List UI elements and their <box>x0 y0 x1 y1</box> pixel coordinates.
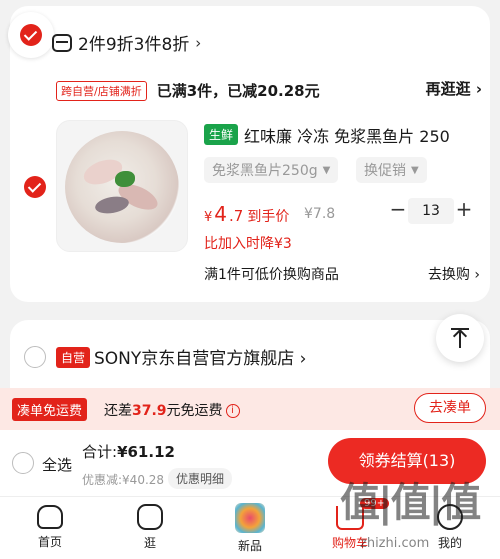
select-all-checkbox[interactable] <box>12 452 34 474</box>
watermark-url: zhizhi.com <box>360 536 430 551</box>
tab-new[interactable]: 新品 <box>215 501 285 554</box>
promo-row: 跨自营/店铺满折 已满3件，已减20.28元 <box>56 80 320 101</box>
spec-value: 免浆黑鱼片250g <box>212 163 318 179</box>
promo-tag: 跨自营/店铺满折 <box>56 80 147 101</box>
store2-name[interactable]: SONY京东自营官方旗舰店 › <box>94 344 306 369</box>
dish-image <box>65 131 179 243</box>
chevron-right-icon: › <box>195 33 202 52</box>
tab-home[interactable]: 首页 <box>15 501 85 550</box>
watermark: 值|值|值 <box>340 480 481 526</box>
qty-increase-button[interactable]: + <box>454 197 474 221</box>
store2-checkbox[interactable] <box>24 346 46 368</box>
discount-text: 优惠减:¥40.28 <box>82 473 165 487</box>
free-shipping-badge: 凑单免运费 <box>12 398 88 421</box>
price-int: 4 <box>214 202 228 226</box>
price-currency: ¥ <box>204 210 213 225</box>
store-label: 2件9折3件8折 <box>78 35 190 55</box>
price-dec: .7 <box>229 207 244 225</box>
swap-link[interactable]: 去换购 › <box>428 264 480 284</box>
spec-select[interactable]: 免浆黑鱼片250g ▼ <box>204 157 339 183</box>
free-shipping-bar: 凑单免运费 还差37.9元免运费 i 去凑单 <box>0 388 500 430</box>
swap-text: 满1件可低价换购商品 <box>204 267 339 283</box>
discount-detail-button[interactable]: 优惠明细 <box>168 468 233 489</box>
info-icon[interactable]: i <box>225 404 240 418</box>
self-operated-badge: 自营 <box>56 347 91 368</box>
total: 合计:¥61.12 <box>82 443 175 461</box>
price-drop-note: 比加入时降¥3 <box>204 236 292 252</box>
store-header[interactable]: 2件9折3件8折 › <box>52 30 201 55</box>
back-to-top-button[interactable] <box>436 314 484 362</box>
fresh-badge: 生鲜 <box>204 124 239 145</box>
chevron-down-icon: ▼ <box>411 164 419 176</box>
discover-icon <box>137 504 163 530</box>
store-checkbox[interactable] <box>20 24 42 46</box>
price-label: 到手价 <box>247 209 290 225</box>
tab-discover[interactable]: 逛 <box>115 501 185 551</box>
chevron-down-icon: ▼ <box>322 164 331 176</box>
price: ¥ 4 .7 到手价 <box>204 202 289 226</box>
tab-label: 新品 <box>237 539 262 553</box>
promo-select-label: 换促销 <box>364 163 406 179</box>
shop-more-link[interactable]: 再逛逛 › <box>426 78 482 99</box>
tab-label: 首页 <box>37 535 62 549</box>
promo-text: 已满3件，已减20.28元 <box>156 82 320 100</box>
item-checkbox[interactable] <box>24 176 46 198</box>
qty-input[interactable]: 13 <box>408 198 454 224</box>
store-icon <box>52 33 72 52</box>
store-select-wrap <box>8 12 54 58</box>
product-title[interactable]: 红味廉 冷冻 免浆黑鱼片 250 <box>244 123 474 147</box>
tab-label: 逛 <box>143 536 156 550</box>
new-icon <box>235 503 265 533</box>
add-on-button[interactable]: 去凑单 <box>414 393 486 423</box>
free-shipping-text: 还差37.9元免运费 i <box>104 400 240 420</box>
product-image[interactable] <box>56 120 188 252</box>
select-all-label[interactable]: 全选 <box>42 454 72 475</box>
promo-select[interactable]: 换促销 ▼ <box>356 157 427 183</box>
original-price: ¥7.8 <box>304 206 336 222</box>
home-icon <box>37 505 63 529</box>
qty-decrease-button[interactable]: − <box>388 197 408 221</box>
